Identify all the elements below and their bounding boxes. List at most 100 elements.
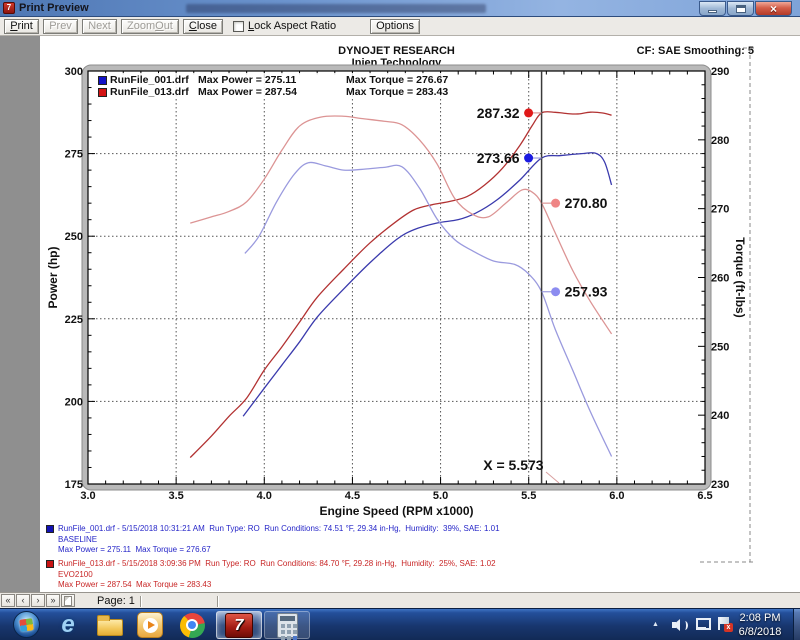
svg-text:257.93: 257.93 [565, 284, 608, 300]
legend-max-power: Max Power = 287.54 [198, 86, 346, 98]
minimize-button[interactable] [699, 1, 726, 16]
legend-max-torque: Max Torque = 283.43 [346, 86, 448, 98]
legend-max-torque: Max Torque = 276.67 [346, 74, 448, 86]
folder-icon [97, 619, 123, 636]
svg-text:4.0: 4.0 [257, 490, 272, 502]
legend-file: RunFile_001.drf [110, 74, 198, 86]
run-color-swatch [46, 525, 54, 533]
print-preview-window: 7 Print Preview × Print Prev Next Zoom Out C… [0, 0, 800, 640]
run-detail-text: RunFile_013.drf - 5/15/2018 3:09:36 PM R… [58, 559, 746, 591]
taskbar-item-internet-explorer[interactable]: e [48, 611, 88, 639]
statusbar: «‹›» Page: 1 [0, 592, 800, 608]
internet-explorer-icon: e [61, 613, 74, 637]
svg-text:Power (hp): Power (hp) [46, 246, 60, 308]
legend-file: RunFile_013.drf [110, 86, 198, 98]
legend-color-swatch [98, 76, 107, 85]
svg-text:270.80: 270.80 [565, 195, 608, 211]
start-button[interactable] [13, 611, 40, 638]
svg-text:240: 240 [711, 410, 729, 422]
svg-text:250: 250 [65, 231, 83, 243]
svg-text:Engine Speed (RPM x1000): Engine Speed (RPM x1000) [319, 504, 473, 518]
title-watermark-redacted [186, 4, 486, 13]
zoom-out-button: Zoom Out [121, 19, 179, 34]
close-icon: × [770, 3, 777, 15]
svg-text:6.0: 6.0 [609, 490, 624, 502]
svg-text:Torque (ft-lbs): Torque (ft-lbs) [733, 237, 747, 317]
clock-date: 6/8/2018 [730, 625, 790, 639]
window-titlebar[interactable]: 7 Print Preview × [0, 0, 800, 17]
svg-text:225: 225 [65, 314, 83, 326]
restore-icon [736, 5, 746, 13]
taskbar-item-file-explorer[interactable] [90, 611, 130, 639]
hidden-icons-chevron[interactable]: ▲ [652, 621, 659, 628]
lock-aspect-checkbox[interactable]: Lock Aspect Ratio [233, 20, 336, 32]
svg-text:270: 270 [711, 204, 729, 216]
print-button[interactable]: Print [4, 19, 39, 34]
svg-text:5.0: 5.0 [433, 490, 448, 502]
nav-button-3[interactable]: » [46, 594, 60, 607]
window-controls: × [698, 1, 792, 16]
svg-text:250: 250 [711, 341, 729, 353]
svg-text:3.0: 3.0 [80, 490, 95, 502]
svg-text:260: 260 [711, 273, 729, 285]
lock-aspect-label: Lock Aspect Ratio [248, 20, 336, 32]
taskbar-item-calculator[interactable] [264, 611, 310, 639]
run-detail-block: RunFile_013.drf - 5/15/2018 3:09:36 PM R… [46, 559, 746, 591]
calculator-icon [277, 613, 298, 638]
restore-button[interactable] [727, 1, 754, 16]
svg-text:273.66: 273.66 [477, 150, 520, 166]
nav-button-2[interactable]: › [31, 594, 45, 607]
show-desktop-button[interactable] [793, 609, 800, 640]
svg-text:175: 175 [65, 479, 83, 491]
page-indicator: Page: 1 [97, 595, 135, 607]
legend-color-swatch [98, 88, 107, 97]
network-icon[interactable] [696, 618, 710, 629]
nav-button-1[interactable]: ‹ [16, 594, 30, 607]
svg-text:X = 5.573: X = 5.573 [483, 457, 544, 473]
chart-legend: RunFile_001.drfMax Power = 275.11Max Tor… [96, 73, 450, 99]
svg-text:300: 300 [65, 66, 83, 78]
media-player-icon [137, 612, 163, 638]
close-button[interactable]: Close [183, 19, 223, 34]
legend-row: RunFile_013.drfMax Power = 287.54Max Tor… [98, 86, 448, 98]
legend-max-power: Max Power = 275.11 [198, 74, 346, 86]
taskbar-item-dynojet-app[interactable]: 7 [216, 611, 262, 639]
run-detail-text: RunFile_001.drf - 5/15/2018 10:31:21 AM … [58, 524, 746, 556]
prev-button: Prev [43, 19, 78, 34]
options-button[interactable]: Options [370, 19, 420, 34]
statusbar-nav: «‹›» [0, 594, 60, 607]
svg-text:3.5: 3.5 [168, 490, 183, 502]
page-icon [64, 596, 72, 606]
titlebar-close-button[interactable]: × [755, 1, 792, 16]
svg-text:287.32: 287.32 [477, 105, 520, 121]
chrome-icon [180, 613, 205, 638]
taskbar-item-media-player[interactable] [130, 611, 170, 639]
taskbar: e 7 ▲ x 2:08 PM 6/8/2018 [0, 608, 800, 640]
toolbar: Print Prev Next Zoom Out Close Lock Aspect R… [0, 17, 800, 36]
run-detail-block: RunFile_001.drf - 5/15/2018 10:31:21 AM … [46, 524, 746, 556]
app-icon: 7 [3, 2, 15, 14]
clock-time: 2:08 PM [730, 611, 790, 625]
svg-text:200: 200 [65, 396, 83, 408]
volume-icon[interactable] [672, 619, 688, 631]
page-thumbnail-button[interactable] [61, 594, 75, 607]
dynojet-app-icon: 7 [225, 613, 253, 638]
taskbar-clock[interactable]: 2:08 PM 6/8/2018 [730, 611, 790, 639]
print-preview-area: DYNOJET RESEARCH Injen Technology CF: SA… [0, 36, 800, 592]
windows-flag-icon [19, 618, 34, 632]
svg-text:275: 275 [65, 149, 83, 161]
statusbar-divider [217, 596, 219, 607]
dyno-chart: 3.03.54.04.55.05.56.06.51752002252502753… [0, 36, 800, 592]
window-title: Print Preview [19, 2, 89, 14]
minimize-icon [708, 10, 717, 13]
svg-text:4.5: 4.5 [345, 490, 360, 502]
run-color-swatch [46, 560, 54, 568]
svg-text:5.5: 5.5 [521, 490, 536, 502]
taskbar-item-chrome[interactable] [172, 611, 212, 639]
next-button: Next [82, 19, 117, 34]
checkbox-icon[interactable] [233, 21, 244, 32]
toolbar-buttons: Print Prev Next Zoom Out Close [0, 19, 223, 34]
nav-button-0[interactable]: « [1, 594, 15, 607]
legend-row: RunFile_001.drfMax Power = 275.11Max Tor… [98, 74, 448, 86]
svg-text:290: 290 [711, 66, 729, 78]
